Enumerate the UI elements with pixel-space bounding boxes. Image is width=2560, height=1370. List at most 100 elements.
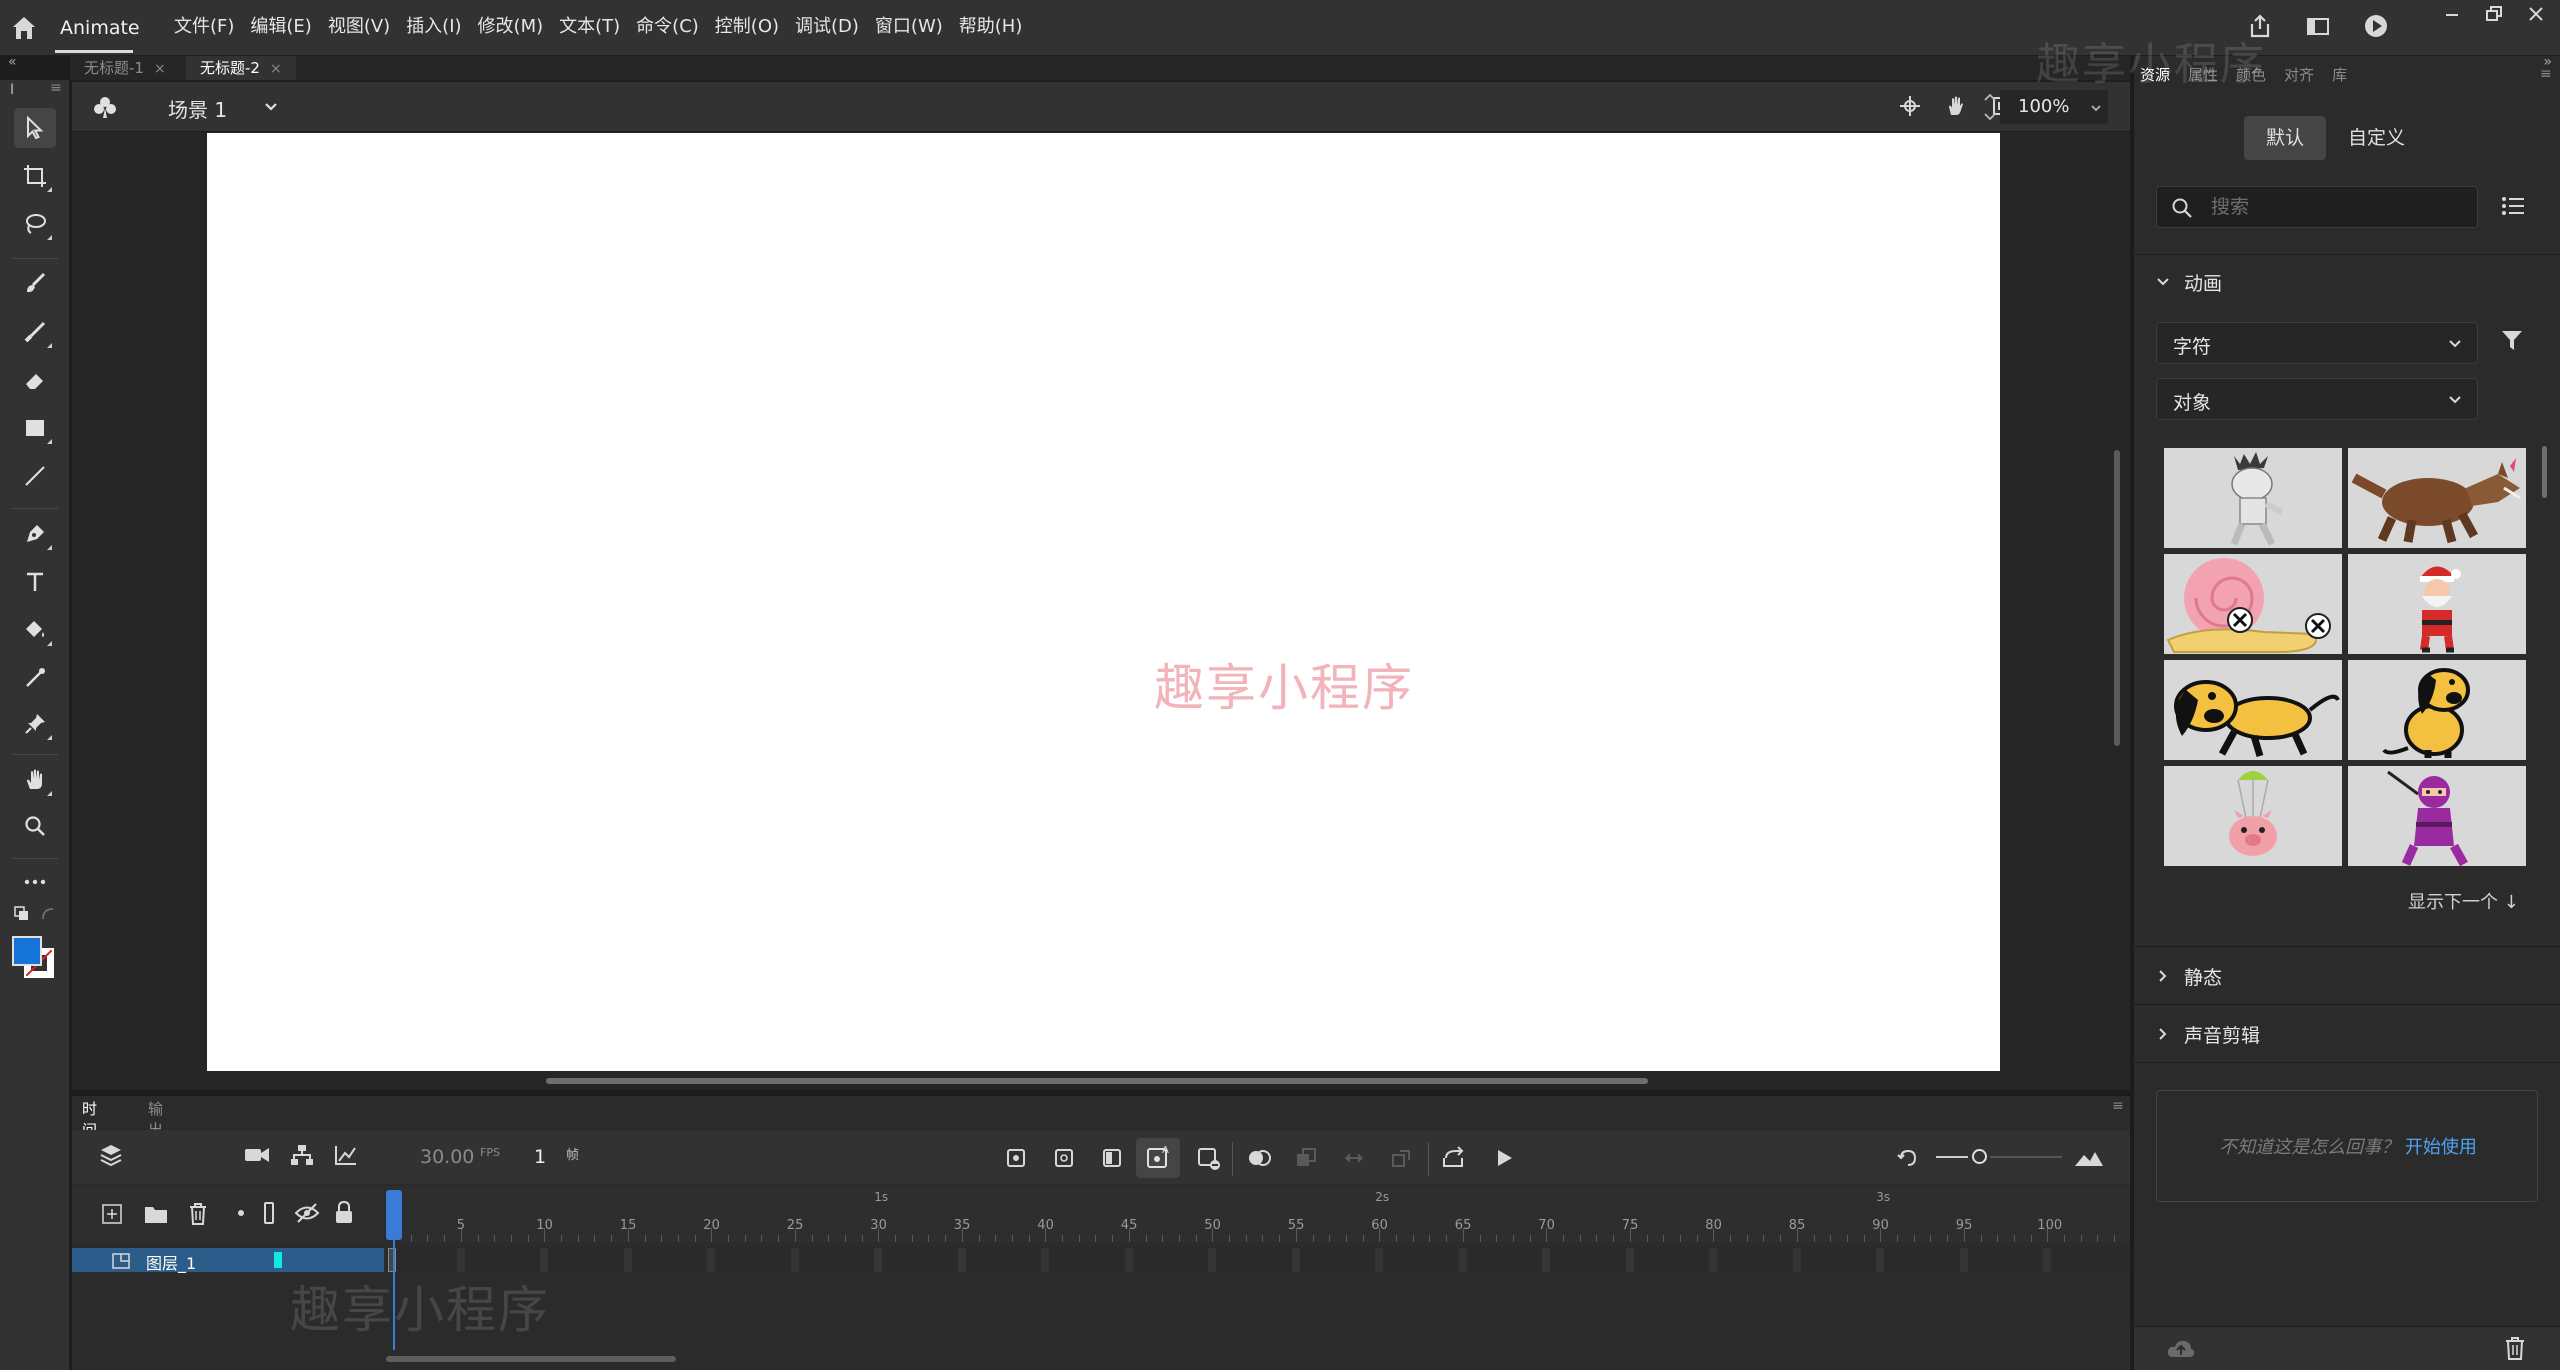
play-icon[interactable] — [1492, 1146, 1516, 1170]
scene-label[interactable]: 场景 1 — [168, 94, 227, 123]
zoom-select[interactable]: 100% — [2000, 90, 2108, 124]
parenting-icon[interactable] — [290, 1144, 314, 1166]
free-transform-tool-icon[interactable] — [14, 156, 56, 196]
timeline-horizontal-scrollbar[interactable] — [386, 1356, 676, 1362]
menu-window[interactable]: 窗口(W) — [867, 0, 951, 56]
more-tools-icon[interactable] — [14, 862, 56, 902]
frame-zoom-slider-handle[interactable] — [1972, 1149, 1987, 1164]
highlight-layer-icon[interactable] — [238, 1210, 244, 1216]
lasso-tool-icon[interactable] — [14, 204, 56, 244]
zoom-stepper[interactable] — [1980, 86, 2000, 128]
default-colors-icon[interactable] — [14, 906, 30, 922]
paint-brush-tool-icon[interactable] — [14, 264, 56, 304]
fps-value[interactable]: 30.00 — [420, 1146, 474, 1168]
tab-align[interactable]: 对齐 — [2284, 64, 2314, 88]
insert-frame-icon[interactable] — [1100, 1146, 1124, 1170]
menu-modify[interactable]: 修改(M) — [470, 0, 552, 56]
hand-tool-icon[interactable] — [14, 760, 56, 800]
onion-skin-icon[interactable] — [1246, 1146, 1274, 1170]
stage-vertical-scrollbar[interactable] — [2114, 450, 2120, 746]
tab-untitled-1[interactable]: 无标题-1 × — [70, 56, 180, 80]
insert-blank-keyframe-auto-icon[interactable] — [1196, 1146, 1222, 1172]
asset-snail[interactable] — [2164, 554, 2342, 654]
mountains-icon[interactable] — [2074, 1146, 2104, 1170]
current-frame[interactable]: 1 — [534, 1146, 546, 1168]
zoom-tool-icon[interactable] — [14, 806, 56, 846]
show-next-link[interactable]: 显示下一个 ↓ — [2408, 888, 2519, 914]
hide-layer-icon[interactable] — [294, 1202, 320, 1224]
section-static-header[interactable]: 静态 — [2156, 962, 2222, 990]
brush-tool-icon[interactable] — [14, 312, 56, 352]
segment-default[interactable]: 默认 — [2244, 116, 2327, 160]
selection-tool-icon[interactable] — [14, 108, 56, 148]
menu-text[interactable]: 文本(T) — [551, 0, 628, 56]
get-started-link[interactable]: 开始使用 — [2405, 1137, 2477, 1158]
timeline-ruler[interactable]: 5 10 15 20 25 30 35 40 45 50 55 60 65 70 75 80 85 90 95 100… — [386, 1186, 2130, 1242]
tab-close-icon[interactable]: × — [154, 61, 166, 77]
lock-icon[interactable] — [334, 1200, 354, 1224]
stage-canvas[interactable] — [207, 133, 2000, 1071]
restore-icon[interactable] — [2482, 2, 2506, 26]
trash-icon[interactable] — [2504, 1335, 2526, 1361]
tab-close-icon[interactable]: × — [270, 61, 282, 77]
subcategory-dropdown[interactable]: 对象 — [2156, 378, 2478, 420]
eyedropper-tool-icon[interactable] — [14, 658, 56, 698]
frames-row[interactable] — [386, 1248, 2130, 1272]
line-tool-icon[interactable] — [14, 456, 56, 496]
tab-library[interactable]: 库 — [2332, 64, 2347, 88]
collapse-toolbar-button[interactable]: « — [8, 54, 17, 70]
asset-dog-running[interactable] — [2164, 660, 2342, 760]
graph-icon[interactable] — [334, 1144, 358, 1166]
segment-custom[interactable]: 自定义 — [2326, 116, 2427, 160]
asset-mummy[interactable] — [2164, 448, 2342, 548]
center-stage-icon[interactable] — [1898, 94, 1922, 118]
asset-pig-parachute[interactable] — [2164, 766, 2342, 866]
menu-debug[interactable]: 调试(D) — [787, 0, 867, 56]
text-tool-icon[interactable] — [14, 562, 56, 602]
camera-icon[interactable] — [244, 1144, 270, 1166]
layer-name[interactable]: 图层_1 — [146, 1250, 196, 1274]
menu-help[interactable]: 帮助(H) — [951, 0, 1031, 56]
stage-horizontal-scrollbar[interactable] — [546, 1078, 1648, 1084]
menu-edit[interactable]: 编辑(E) — [242, 0, 319, 56]
menu-insert[interactable]: 插入(I) — [398, 0, 469, 56]
rectangle-tool-icon[interactable] — [14, 408, 56, 448]
menu-file[interactable]: 文件(F) — [166, 0, 242, 56]
edit-symbols-icon[interactable] — [92, 94, 118, 120]
pin-tool-icon[interactable] — [14, 704, 56, 744]
asset-santa[interactable] — [2348, 554, 2526, 654]
toolbar-menu-icon[interactable]: ≡ — [50, 80, 62, 96]
close-icon[interactable] — [2524, 2, 2548, 26]
list-view-icon[interactable] — [2500, 194, 2526, 218]
delete-layer-icon[interactable] — [188, 1202, 208, 1226]
test-movie-icon[interactable] — [2362, 12, 2390, 40]
timeline-menu-icon[interactable]: ≡ — [2112, 1098, 2124, 1114]
loop-icon[interactable] — [1440, 1146, 1466, 1170]
new-folder-icon[interactable] — [144, 1204, 168, 1224]
workspace-icon[interactable] — [2304, 12, 2332, 40]
chevron-down-icon[interactable] — [262, 98, 280, 116]
menu-commands[interactable]: 命令(C) — [628, 0, 707, 56]
minimize-icon[interactable] — [2440, 2, 2464, 26]
asset-werewolf[interactable] — [2348, 448, 2526, 548]
asset-ninja[interactable] — [2348, 766, 2526, 866]
auto-keyframe-button[interactable]: A — [1136, 1138, 1180, 1178]
rotate-stage-icon[interactable] — [1944, 94, 1968, 118]
filter-icon[interactable] — [2500, 328, 2524, 352]
section-sound-header[interactable]: 声音剪辑 — [2156, 1020, 2260, 1048]
playhead[interactable] — [386, 1190, 402, 1240]
fit-frames-icon[interactable] — [1896, 1146, 1920, 1170]
swap-colors-icon[interactable] — [40, 906, 56, 922]
tab-untitled-2[interactable]: 无标题-2 × — [186, 56, 296, 80]
layer-color-swatch[interactable] — [274, 1252, 282, 1268]
asset-dog-sitting[interactable] — [2348, 660, 2526, 760]
new-layer-icon[interactable] — [102, 1204, 122, 1224]
layers-icon[interactable] — [98, 1142, 124, 1168]
assets-scrollbar[interactable] — [2542, 446, 2547, 498]
section-animation-header[interactable]: 动画 — [2156, 268, 2222, 296]
paint-bucket-tool-icon[interactable] — [14, 610, 56, 650]
search-input[interactable] — [2211, 193, 2461, 221]
menu-control[interactable]: 控制(O) — [707, 0, 787, 56]
menu-view[interactable]: 视图(V) — [320, 0, 398, 56]
outline-layer-icon[interactable] — [264, 1202, 274, 1224]
